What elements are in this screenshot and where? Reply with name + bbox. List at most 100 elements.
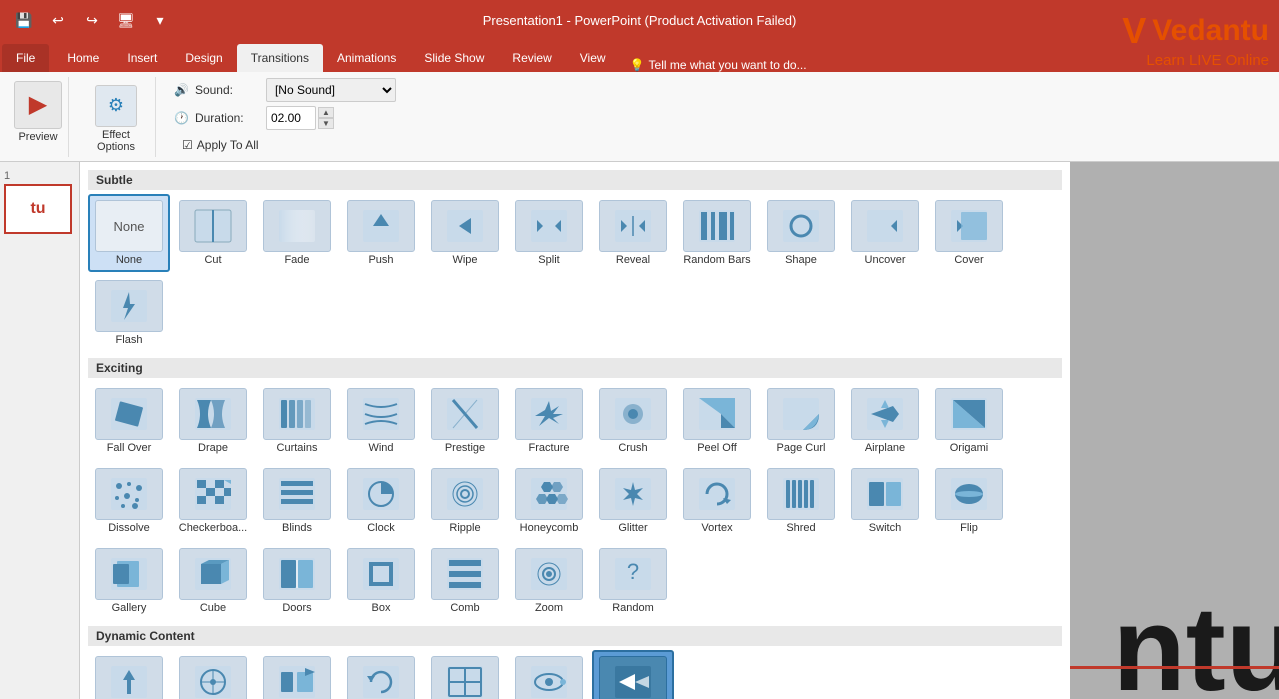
duration-down-button[interactable]: ▼	[318, 118, 334, 129]
transition-split[interactable]: Split	[508, 194, 590, 272]
transition-wipe[interactable]: Wipe	[424, 194, 506, 272]
duration-up-button[interactable]: ▲	[318, 107, 334, 118]
effect-options-button[interactable]: ⚙ Effect Options	[87, 81, 145, 157]
transition-curtains[interactable]: Curtains	[256, 382, 338, 460]
preview-button[interactable]: ▶ Preview	[14, 81, 62, 143]
lightbulb-icon: 💡	[630, 58, 645, 72]
transition-vortex[interactable]: Vortex	[676, 462, 758, 540]
transition-uncover-icon	[851, 200, 919, 252]
clock-icon: 🕐	[174, 111, 189, 125]
qat-dropdown-button[interactable]: ▾	[146, 6, 174, 34]
transition-push-icon	[347, 200, 415, 252]
tell-me[interactable]: 💡 Tell me what you want to do...	[630, 58, 807, 72]
apply-all-row: ☑ Apply To All	[174, 134, 396, 156]
window-title: Presentation1 - PowerPoint (Product Acti…	[483, 13, 797, 28]
transition-origami[interactable]: Origami	[928, 382, 1010, 460]
tab-design[interactable]: Design	[171, 44, 236, 72]
tab-file[interactable]: File	[2, 44, 49, 72]
sound-select[interactable]: [No Sound]	[266, 78, 396, 102]
transition-dissolve-icon	[95, 468, 163, 520]
transition-zoom[interactable]: Zoom	[508, 542, 590, 620]
transitions-panel[interactable]: Subtle None None Cut Fade	[80, 162, 1070, 699]
transition-honeycomb[interactable]: Honeycomb	[508, 462, 590, 540]
transition-random[interactable]: ? Random	[592, 542, 674, 620]
sound-icon: 🔊	[174, 83, 189, 97]
tab-slideshow[interactable]: Slide Show	[410, 44, 498, 72]
transition-cut[interactable]: Cut	[172, 194, 254, 272]
tab-home[interactable]: Home	[53, 44, 113, 72]
transition-clock[interactable]: Clock	[340, 462, 422, 540]
transition-shred[interactable]: Shred	[760, 462, 842, 540]
effect-options-icon: ⚙	[95, 85, 137, 127]
transition-cover[interactable]: Cover	[928, 194, 1010, 272]
transition-random-bars[interactable]: Random Bars	[676, 194, 758, 272]
undo-button[interactable]: ↩	[44, 6, 72, 34]
transition-ripple[interactable]: Ripple	[424, 462, 506, 540]
transition-orbit[interactable]: Orbit	[508, 650, 590, 699]
transition-flip-icon	[935, 468, 1003, 520]
apply-all-icon: ☑	[182, 138, 193, 152]
apply-to-all-button[interactable]: ☑ Apply To All	[174, 134, 267, 156]
transition-glitter[interactable]: Glitter	[592, 462, 674, 540]
transition-wind[interactable]: Wind	[340, 382, 422, 460]
transition-cut-icon	[179, 200, 247, 252]
transition-gallery-icon	[95, 548, 163, 600]
transition-comb[interactable]: Comb	[424, 542, 506, 620]
transition-conveyor[interactable]: Conveyor	[256, 650, 338, 699]
transition-doors[interactable]: Doors	[256, 542, 338, 620]
transition-split-icon	[515, 200, 583, 252]
transition-wind-icon	[347, 388, 415, 440]
transition-fracture[interactable]: Fracture	[508, 382, 590, 460]
tab-insert[interactable]: Insert	[113, 44, 171, 72]
transition-prestige[interactable]: Prestige	[424, 382, 506, 460]
transition-none[interactable]: None None	[88, 194, 170, 272]
presentation-mode-button[interactable]: 🖥	[112, 6, 140, 34]
transition-pan-icon	[95, 656, 163, 699]
tab-animations[interactable]: Animations	[323, 44, 410, 72]
transition-wipe-icon	[431, 200, 499, 252]
transition-switch[interactable]: Switch	[844, 462, 926, 540]
transition-box[interactable]: Box	[340, 542, 422, 620]
transition-push[interactable]: Push	[340, 194, 422, 272]
transition-blinds[interactable]: Blinds	[256, 462, 338, 540]
transition-checkerboard[interactable]: Checkerboa...	[172, 462, 254, 540]
duration-input[interactable]	[266, 106, 316, 130]
vedantu-logo: V Vedantu Learn LIVE Online	[1122, 10, 1269, 69]
transition-crush[interactable]: Crush	[592, 382, 674, 460]
slide-thumbnail[interactable]: tu	[4, 184, 72, 234]
transition-ferris-wheel[interactable]: Ferris Wheel	[172, 650, 254, 699]
transition-window[interactable]: Window	[424, 650, 506, 699]
redo-button[interactable]: ↪	[78, 6, 106, 34]
transition-gallery[interactable]: Gallery	[88, 542, 170, 620]
slide-content-text: ntu	[1112, 589, 1279, 699]
transition-rotate[interactable]: Rotate	[340, 650, 422, 699]
transition-airplane[interactable]: Airplane	[844, 382, 926, 460]
transition-vortex-icon	[683, 468, 751, 520]
transition-fracture-icon	[515, 388, 583, 440]
transition-box-icon	[347, 548, 415, 600]
tab-view[interactable]: View	[566, 44, 620, 72]
transition-shred-icon	[767, 468, 835, 520]
section-subtle-label: Subtle	[88, 170, 1062, 190]
transition-cube[interactable]: Cube	[172, 542, 254, 620]
transition-shape[interactable]: Shape	[760, 194, 842, 272]
transition-flip[interactable]: Flip	[928, 462, 1010, 540]
transition-flash[interactable]: Flash	[88, 274, 170, 352]
transition-reveal[interactable]: Reveal	[592, 194, 674, 272]
transition-fade[interactable]: Fade	[256, 194, 338, 272]
tab-transitions[interactable]: Transitions	[237, 44, 323, 72]
transition-ferris-wheel-icon	[179, 656, 247, 699]
dynamic-grid: Pan Ferris Wheel Conv	[88, 650, 1062, 699]
slide-content-area: ntu	[1070, 162, 1279, 699]
transition-pan[interactable]: Pan	[88, 650, 170, 699]
transition-dissolve[interactable]: Dissolve	[88, 462, 170, 540]
transition-fall-over[interactable]: Fall Over	[88, 382, 170, 460]
transition-uncover[interactable]: Uncover	[844, 194, 926, 272]
transition-peel-off[interactable]: Peel Off	[676, 382, 758, 460]
tab-review[interactable]: Review	[498, 44, 565, 72]
transition-fly-through[interactable]: Fly T... Fly Through	[592, 650, 674, 699]
transition-page-curl[interactable]: Page Curl	[760, 382, 842, 460]
section-exciting-label: Exciting	[88, 358, 1062, 378]
save-button[interactable]: 💾	[10, 6, 38, 34]
transition-drape[interactable]: Drape	[172, 382, 254, 460]
